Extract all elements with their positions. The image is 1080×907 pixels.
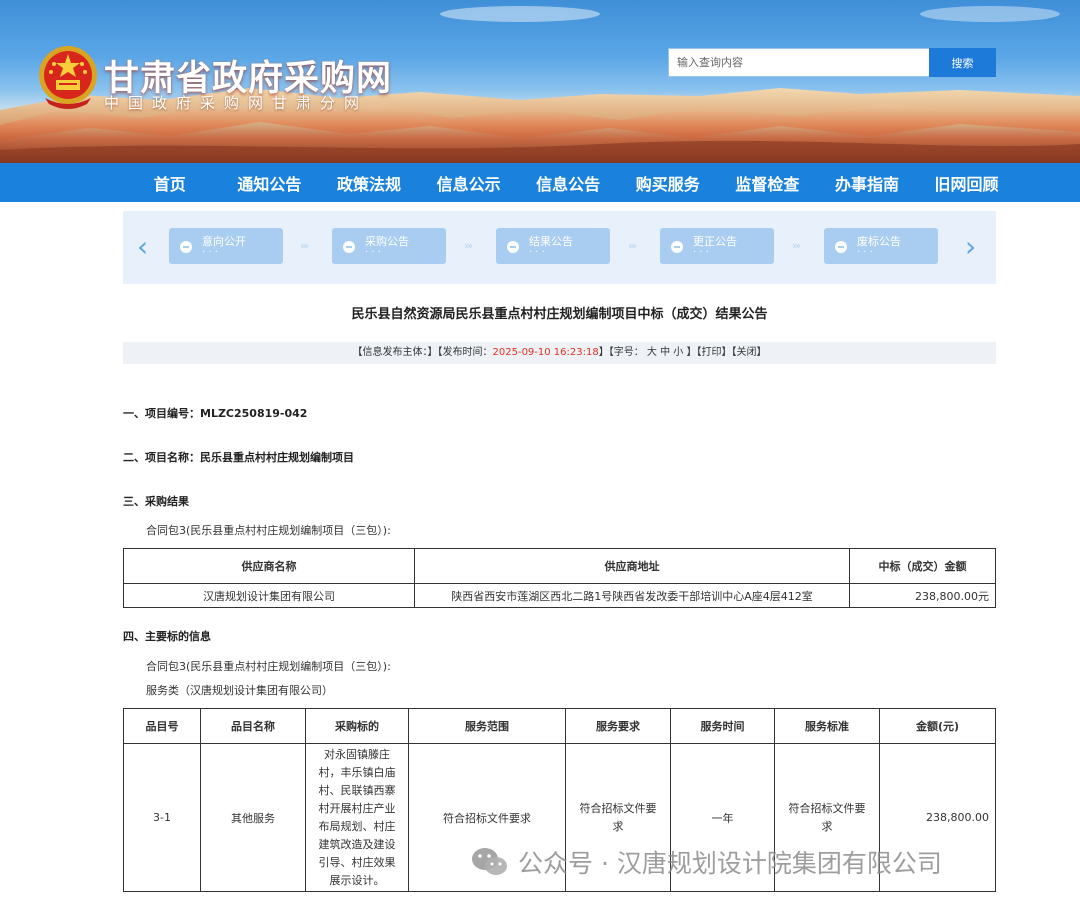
double-arrow-icon: ›››: [300, 239, 309, 252]
chevron-left-icon[interactable]: ‹: [137, 233, 148, 261]
col-service-requirement: 服务要求: [565, 708, 671, 744]
cell-item-no: 3-1: [123, 743, 201, 892]
cell-item-name: 其他服务: [200, 743, 306, 892]
font-size-medium[interactable]: 中: [660, 347, 670, 358]
process-steps: ‹ › 意向公开 · · · ››› 采购公告 · · · ››› 结果公告 ·…: [123, 211, 996, 284]
nav-item-policies[interactable]: 政策法规: [319, 171, 419, 195]
close-link[interactable]: 【关闭】: [731, 347, 766, 358]
double-arrow-icon: ›››: [464, 239, 473, 252]
nav-item-supervision[interactable]: 监督检查: [718, 171, 818, 195]
nav-item-publicity[interactable]: 信息公示: [419, 171, 519, 195]
col-service-standard: 服务标准: [774, 708, 880, 744]
watermark-text: 公众号 · 汉唐规划设计院集团有限公司: [518, 849, 942, 878]
step-intent[interactable]: 意向公开 · · ·: [169, 228, 283, 264]
step-procurement[interactable]: 采购公告 · · ·: [332, 228, 446, 264]
supplier-table: 供应商名称 供应商地址 中标（成交）金额 汉唐规划设计集团有限公司 陕西省西安市…: [123, 548, 996, 608]
step-dots: · · ·: [365, 247, 381, 258]
service-category-text: 服务类（汉唐规划设计集团有限公司）: [146, 684, 333, 697]
search-input[interactable]: [668, 48, 930, 77]
nav-item-old-site[interactable]: 旧网回顾: [917, 171, 1017, 195]
article-meta-bar: 【信息发布主体：】【发布时间：2025-09-10 16:23:18】【字号： …: [123, 342, 996, 364]
cell-procurement-object: 对永固镇滕庄村，丰乐镇白庙村、民联镇西寨村开展村庄产业布局规划、村庄建筑改造及建…: [305, 743, 409, 892]
step-dots: · · ·: [693, 247, 709, 258]
table-row: 汉唐规划设计集团有限公司 陕西省西安市莲湖区西北二路1号陕西省发改委干部培训中心…: [123, 583, 996, 608]
col-service-scope: 服务范围: [408, 708, 566, 744]
minus-circle-icon: [835, 241, 847, 253]
cell-award-amount: 238,800.00元: [849, 583, 996, 608]
section-procurement-result: 三、采购结果: [123, 495, 189, 508]
cell-supplier-name: 汉唐规划设计集团有限公司: [123, 583, 415, 608]
meta-time-label: 【发布时间：: [437, 347, 493, 358]
site-subtitle: 中国政府采购网甘肃分网: [104, 94, 369, 112]
col-item-name: 品目名称: [200, 708, 306, 744]
main-nav: 首页 通知公告 政策法规 信息公示 信息公告 购买服务 监督检查 办事指南 旧网…: [0, 163, 1080, 202]
meta-font-label: 【字号：: [608, 347, 644, 358]
nav-item-guide[interactable]: 办事指南: [817, 171, 917, 195]
print-link[interactable]: 【打印】: [696, 347, 731, 358]
step-dots: · · ·: [529, 247, 545, 258]
col-supplier-address: 供应商地址: [414, 548, 850, 584]
font-size-large[interactable]: 大: [647, 347, 657, 358]
step-abandoned[interactable]: 废标公告 · · ·: [824, 228, 938, 264]
contract-package-text: 合同包3(民乐县重点村村庄规划编制项目（三包）):: [146, 660, 391, 673]
step-dots: · · ·: [857, 247, 873, 258]
chevron-right-icon[interactable]: ›: [965, 233, 976, 261]
double-arrow-icon: ›››: [628, 239, 637, 252]
section-project-number: 一、项目编号：MLZC250819-042: [123, 407, 308, 420]
col-item-no: 品目号: [123, 708, 201, 744]
meta-publisher: 【信息发布主体：】: [352, 347, 438, 358]
col-service-time: 服务时间: [670, 708, 775, 744]
meta-font-close: 】: [686, 347, 697, 358]
contract-package-text: 合同包3(民乐县重点村村庄规划编制项目（三包）):: [146, 524, 391, 537]
nav-item-purchase-services[interactable]: 购买服务: [618, 171, 718, 195]
table-header-row: 供应商名称 供应商地址 中标（成交）金额: [123, 548, 996, 584]
col-supplier-name: 供应商名称: [123, 548, 415, 584]
minus-circle-icon: [671, 241, 683, 253]
minus-circle-icon: [343, 241, 355, 253]
minus-circle-icon: [180, 241, 192, 253]
meta-time-close: 】: [598, 347, 609, 358]
col-amount: 金额(元): [879, 708, 996, 744]
table-header-row: 品目号 品目名称 采购标的 服务范围 服务要求 服务时间 服务标准 金额(元): [123, 708, 996, 744]
step-dots: · · ·: [202, 247, 218, 258]
header-banner: 甘肃省政府采购网 中国政府采购网甘肃分网 搜索: [0, 0, 1080, 163]
step-correction[interactable]: 更正公告 · · ·: [660, 228, 774, 264]
font-size-small[interactable]: 小: [673, 347, 683, 358]
cell-supplier-address: 陕西省西安市莲湖区西北二路1号陕西省发改委干部培训中心A座4层412室: [414, 583, 850, 608]
nav-item-notices[interactable]: 通知公告: [220, 171, 320, 195]
search-button[interactable]: 搜索: [929, 48, 996, 77]
meta-publish-time: 2025-09-10 16:23:18: [492, 347, 599, 358]
col-award-amount: 中标（成交）金额: [849, 548, 996, 584]
step-result[interactable]: 结果公告 · · ·: [496, 228, 610, 264]
nav-item-announcements[interactable]: 信息公告: [518, 171, 618, 195]
section-main-items: 四、主要标的信息: [123, 630, 211, 643]
nav-item-home[interactable]: 首页: [120, 171, 220, 195]
section-project-name: 二、项目名称：民乐县重点村村庄规划编制项目: [123, 451, 354, 464]
col-procurement-object: 采购标的: [305, 708, 409, 744]
wechat-icon: [472, 848, 507, 875]
article-title: 民乐县自然资源局民乐县重点村村庄规划编制项目中标（成交）结果公告: [351, 307, 768, 322]
minus-circle-icon: [507, 241, 519, 253]
national-emblem-icon: [39, 46, 97, 109]
double-arrow-icon: ›››: [792, 239, 801, 252]
wechat-watermark: 公众号 · 汉唐规划设计院集团有限公司: [470, 842, 942, 882]
